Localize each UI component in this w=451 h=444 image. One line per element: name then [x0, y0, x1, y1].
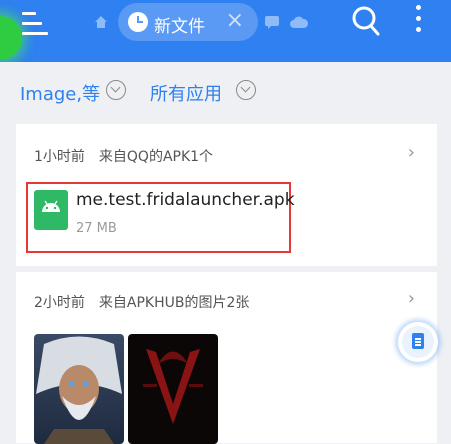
- filter-bar: Image,等 所有应用: [0, 62, 451, 120]
- floating-assistant-dot[interactable]: [0, 16, 22, 60]
- home-icon[interactable]: [94, 14, 108, 33]
- chat-icon[interactable]: [264, 14, 280, 33]
- tab-new-files[interactable]: 新文件 ×: [118, 3, 258, 41]
- top-app-bar: 新文件 ×: [0, 0, 451, 62]
- group-header: 2小时前 来自APKHUB的图片2张: [34, 295, 250, 311]
- file-group-card: 1小时前 来自QQ的APK1个 › me.test.fridalauncher.…: [16, 124, 437, 266]
- tab-label: 新文件: [154, 17, 205, 37]
- app-source-filter[interactable]: 所有应用: [150, 80, 222, 106]
- chevron-down-icon[interactable]: [236, 80, 256, 100]
- menu-icon[interactable]: [22, 12, 48, 36]
- search-icon[interactable]: [351, 5, 381, 41]
- document-fab-button[interactable]: [398, 322, 438, 362]
- close-icon[interactable]: ×: [226, 9, 244, 33]
- file-name[interactable]: me.test.fridalauncher.apk: [76, 190, 295, 210]
- dark-red-logo-thumbnail[interactable]: [128, 334, 218, 444]
- cloud-icon[interactable]: [290, 14, 309, 33]
- more-vertical-icon[interactable]: [414, 5, 422, 37]
- file-size: 27 MB: [76, 221, 117, 236]
- group-header: 1小时前 来自QQ的APK1个: [34, 149, 214, 165]
- clock-icon: [128, 12, 148, 32]
- android-apk-icon: [34, 190, 68, 230]
- document-icon: [412, 333, 424, 349]
- chevron-down-icon[interactable]: [106, 80, 126, 100]
- chevron-right-icon[interactable]: ›: [408, 288, 415, 309]
- file-type-filter[interactable]: Image,等: [20, 80, 100, 106]
- file-group-card: 2小时前 来自APKHUB的图片2张 ›: [16, 272, 437, 444]
- chevron-right-icon[interactable]: ›: [408, 142, 415, 163]
- warrior-portrait-thumbnail[interactable]: [34, 334, 124, 444]
